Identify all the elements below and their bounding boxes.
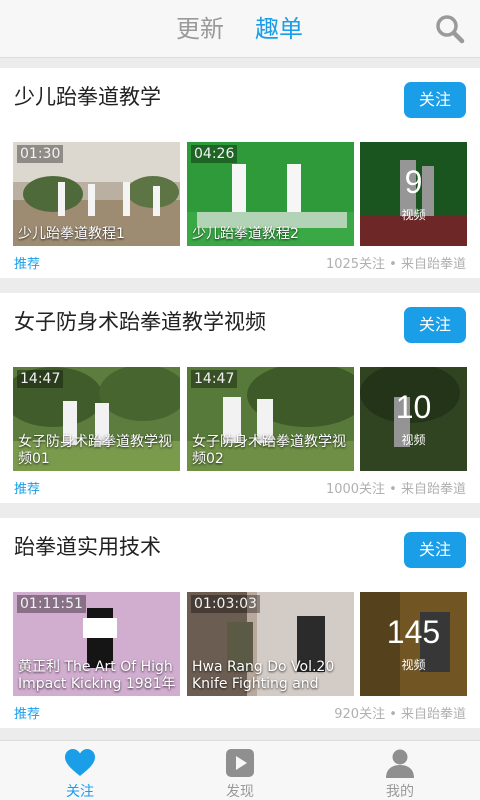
user-icon (386, 749, 414, 778)
play-icon (226, 749, 254, 777)
video-count-thumbnail[interactable]: 145 视频 (360, 592, 467, 696)
tab-fun-list[interactable]: 趣单 (255, 12, 303, 46)
channel-title: 少儿跆拳道教学 (14, 85, 161, 109)
channel-card[interactable]: 跆拳道实用技术 关注 01:11:51 黄正利 The Art Of High … (0, 518, 480, 728)
recommend-tag[interactable]: 推荐 (14, 478, 40, 497)
video-count: 145 (386, 614, 441, 650)
channel-meta: 1000关注 • 来自跆拳道 (325, 482, 466, 497)
video-thumbnail[interactable]: 14:47 女子防身术跆拳道教学视频01 (13, 367, 180, 471)
nav-label: 发现 (226, 784, 254, 800)
channel-title: 跆拳道实用技术 (14, 535, 161, 559)
search-icon[interactable] (434, 13, 466, 45)
channel-meta: 1025关注 • 来自跆拳道 (325, 257, 466, 272)
channel-card[interactable]: 女子防身术跆拳道教学视频 关注 14:47 女子防身术跆拳道教学视频01 14:… (0, 293, 480, 503)
video-count-label: 视频 (401, 433, 426, 447)
video-thumbnail[interactable]: 01:30 少儿跆拳道教程1 (13, 142, 180, 246)
video-title: 少儿跆拳道教程1 (18, 226, 125, 242)
video-count-label: 视频 (401, 208, 426, 222)
video-thumbnail[interactable]: 01:03:03 Hwa Rang Do Vol.20 Knife Fighti… (187, 592, 354, 696)
nav-label: 关注 (66, 784, 94, 800)
video-duration: 14:47 (191, 370, 238, 388)
top-bar: 更新 趣单 (0, 0, 480, 58)
video-title: Hwa Rang Do Vol.20 Knife Fighting and (192, 659, 335, 692)
bottom-nav: 关注 发现 我的 (0, 740, 480, 800)
video-title: 黄正利 The Art Of High Impact Kicking 1981年 (18, 659, 176, 692)
video-count-thumbnail[interactable]: 10 视频 (360, 367, 467, 471)
channel-card[interactable]: 少儿跆拳道教学 关注 01:30 少儿跆拳道教程1 04:26 少儿跆拳道教程2 (0, 68, 480, 278)
video-title: 女子防身术跆拳道教学视频02 (192, 434, 346, 467)
recommend-tag[interactable]: 推荐 (14, 703, 40, 722)
follow-button[interactable]: 关注 (404, 82, 466, 118)
video-duration: 04:26 (191, 145, 238, 163)
video-duration: 01:30 (17, 145, 64, 163)
video-count: 9 (404, 164, 423, 200)
nav-label: 我的 (386, 784, 414, 800)
video-count: 10 (395, 389, 432, 425)
video-title: 少儿跆拳道教程2 (192, 226, 299, 242)
heart-icon (65, 749, 95, 776)
tab-updates[interactable]: 更新 (176, 12, 224, 46)
video-thumbnail[interactable]: 01:11:51 黄正利 The Art Of High Impact Kick… (13, 592, 180, 696)
follow-button[interactable]: 关注 (404, 307, 466, 343)
nav-item-discover[interactable]: 发现 (160, 741, 320, 800)
video-duration: 14:47 (17, 370, 64, 388)
nav-item-follow[interactable]: 关注 (0, 741, 160, 800)
follow-button[interactable]: 关注 (404, 532, 466, 568)
video-title: 女子防身术跆拳道教学视频01 (18, 434, 172, 467)
video-thumbnail[interactable]: 14:47 女子防身术跆拳道教学视频02 (187, 367, 354, 471)
video-count-label: 视频 (401, 658, 426, 672)
recommend-tag[interactable]: 推荐 (14, 253, 40, 272)
nav-item-me[interactable]: 我的 (320, 741, 480, 800)
video-thumbnail[interactable]: 04:26 少儿跆拳道教程2 (187, 142, 354, 246)
video-count-thumbnail[interactable]: 9 视频 (360, 142, 467, 246)
video-duration: 01:11:51 (17, 595, 86, 613)
video-duration: 01:03:03 (191, 595, 260, 613)
channel-meta: 920关注 • 来自跆拳道 (334, 707, 466, 722)
channel-title: 女子防身术跆拳道教学视频 (14, 310, 266, 334)
